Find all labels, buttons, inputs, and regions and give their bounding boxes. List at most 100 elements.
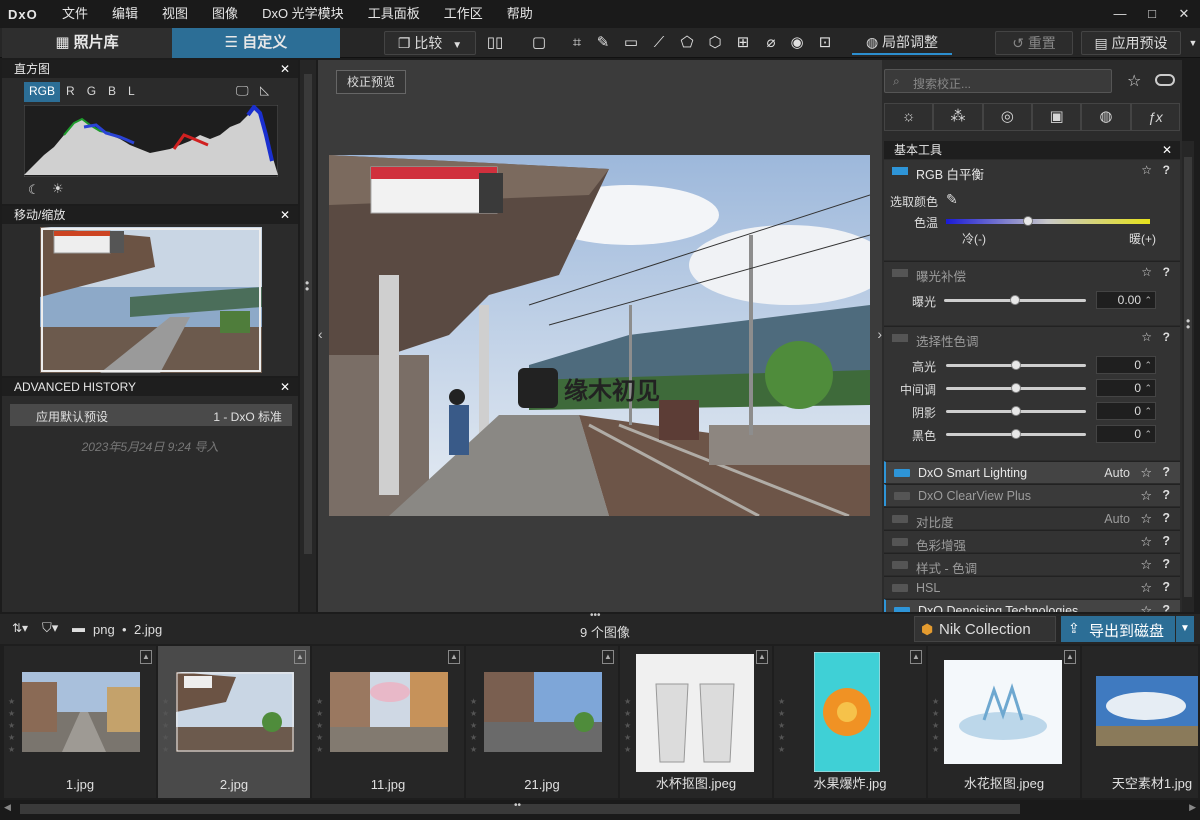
moon-icon[interactable]: ☾ [28, 182, 40, 198]
spinner-icon[interactable]: ⌃ [1144, 403, 1152, 419]
menu-file[interactable]: 文件 [50, 0, 100, 28]
monitor-icon[interactable]: 🖵 [236, 83, 249, 99]
tab-library[interactable]: ▦ 照片库 [2, 28, 172, 58]
temp-slider[interactable] [946, 219, 1150, 224]
tool-row-denoising[interactable]: DxO Denoising Technologies ☆ ? [884, 599, 1180, 612]
help-icon[interactable]: ? [1162, 557, 1170, 571]
thumbnail[interactable]: ▲ ★ ★ ★ ★ ★ 11.jpg [312, 646, 464, 798]
thumbnail[interactable]: ▲ ★ ★ ★ ★ ★ 1.jpg [4, 646, 156, 798]
transform-icon[interactable]: ⊞ [732, 32, 754, 54]
export-button[interactable]: ⇪ 导出到磁盘 [1061, 616, 1175, 642]
crop-icon[interactable]: ⌗ [566, 32, 588, 54]
eyedropper-icon[interactable]: ✎ [946, 191, 958, 208]
scroll-thumb[interactable] [304, 74, 312, 554]
star-icon[interactable]: ☆ [1140, 465, 1152, 481]
menu-image[interactable]: 图像 [200, 0, 250, 28]
exposure-toggle[interactable] [892, 269, 908, 277]
fit-icon[interactable]: ▢ [528, 32, 550, 54]
star-icon[interactable]: ☆ [1141, 265, 1152, 279]
nik-collection-button[interactable]: ⬢ Nik Collection [914, 616, 1056, 642]
rating-icon[interactable]: ★ ★ ★ ★ ★ [316, 696, 326, 756]
toolbar-overflow-icon[interactable]: ▼ [1182, 32, 1200, 54]
maximize-button[interactable]: □ [1136, 0, 1168, 28]
channel-l[interactable]: L [122, 82, 141, 102]
shadows-value[interactable]: 0 ⌃ [1096, 402, 1156, 420]
right-scrollbar[interactable] [1182, 141, 1194, 612]
tool-row-contrast[interactable]: 对比度 Auto ☆ ? [884, 507, 1180, 530]
help-icon[interactable]: ? [1162, 534, 1170, 548]
tool-row-vibrancy[interactable]: 色彩增强 ☆ ? [884, 530, 1180, 553]
panel-grip-icon[interactable]: • • [305, 277, 309, 295]
help-icon[interactable]: ? [1163, 265, 1170, 279]
scroll-left-icon[interactable]: ◀ [4, 802, 11, 813]
rating-icon[interactable]: ★ ★ ★ ★ ★ [778, 696, 788, 756]
spinner-icon[interactable]: ⌃ [1144, 426, 1152, 442]
upload-icon[interactable]: ▲ [448, 650, 460, 664]
upload-icon[interactable]: ▲ [756, 650, 768, 664]
tool-toggle[interactable] [894, 492, 910, 500]
menu-workspace[interactable]: 工作区 [432, 0, 495, 28]
sun-icon[interactable]: ☀ [52, 181, 64, 197]
help-icon[interactable]: ? [1162, 465, 1170, 479]
collapse-left-icon[interactable]: ‹ [318, 326, 323, 342]
tool-toggle[interactable] [892, 538, 908, 546]
close-icon[interactable]: ✕ [280, 206, 290, 224]
thumbnail-selected[interactable]: ▲ ★ ★ ★ ★ ★ 2.jpg [158, 646, 310, 798]
local-adjust-button[interactable]: ◍ 局部调整 [852, 31, 952, 55]
geometry-tab-icon[interactable]: ▣ [1031, 103, 1082, 131]
star-icon[interactable]: ☆ [1141, 163, 1152, 177]
thumbnail[interactable]: ▲ ★ ★ ★ ★ ★ 水花抠图.jpeg [928, 646, 1080, 798]
export-dropdown-icon[interactable]: ▼ [1176, 616, 1194, 642]
crop-guides-icon[interactable]: ⊡ [814, 32, 836, 54]
tone-toggle[interactable] [892, 334, 908, 342]
tool-toggle[interactable] [894, 469, 910, 477]
rating-icon[interactable]: ★ ★ ★ ★ ★ [162, 696, 172, 756]
eye-icon[interactable]: ◉ [786, 32, 808, 54]
channel-rgb[interactable]: RGB [24, 82, 61, 102]
correct-preview-button[interactable]: 校正预览 [336, 70, 407, 94]
spinner-icon[interactable]: ⌃ [1144, 292, 1152, 308]
upload-icon[interactable]: ▲ [294, 650, 306, 664]
temp-slider-knob[interactable] [1023, 216, 1033, 226]
path-file[interactable]: 2.jpg [134, 622, 162, 637]
thumbnail[interactable]: ▲ ★ ★ ★ ★ ★ 水果爆炸.jpg [774, 646, 926, 798]
tool-toggle[interactable] [892, 515, 908, 523]
help-icon[interactable]: ? [1162, 580, 1170, 594]
star-icon[interactable]: ☆ [1140, 557, 1152, 573]
fx-tab-icon[interactable]: ƒx [1130, 103, 1180, 131]
upload-icon[interactable]: ▲ [1064, 650, 1076, 664]
highlights-knob[interactable] [1011, 360, 1021, 370]
tab-customize[interactable]: ☰ 自定义 [172, 28, 340, 58]
scroll-thumb[interactable] [1184, 157, 1192, 597]
upload-icon[interactable]: ▲ [910, 650, 922, 664]
perspective-8pt-icon[interactable]: ⬡ [704, 32, 726, 54]
upload-icon[interactable]: ▲ [602, 650, 614, 664]
help-icon[interactable]: ? [1162, 511, 1170, 525]
repair-icon[interactable]: ⌀ [760, 32, 782, 54]
rating-icon[interactable]: ★ ★ ★ ★ ★ [624, 696, 634, 756]
basic-tools-header[interactable]: 基本工具 ✕ [884, 141, 1180, 159]
path-folder[interactable]: png [93, 622, 115, 637]
rating-icon[interactable]: ★ ★ ★ ★ ★ [470, 696, 480, 756]
color-tab-icon[interactable]: ⁂ [933, 103, 983, 131]
gamut-icon[interactable]: ◺ [260, 83, 269, 97]
star-icon[interactable]: ☆ [1140, 603, 1152, 612]
star-icon[interactable]: ☆ [1140, 534, 1152, 550]
thumbnail[interactable]: ▲ ★ ★ ★ ★ ★ 水杯抠图.jpeg [620, 646, 772, 798]
channel-r[interactable]: R [60, 82, 81, 102]
upload-icon[interactable]: ▲ [140, 650, 152, 664]
close-icon[interactable]: ✕ [280, 60, 290, 78]
thumbnail[interactable]: ▲ ★ ★ ★ ★ ★ 21.jpg [466, 646, 618, 798]
rating-icon[interactable]: ★ ★ ★ ★ ★ [8, 696, 18, 756]
tool-row-style-tone[interactable]: 样式 - 色调 ☆ ? [884, 553, 1180, 576]
spinner-icon[interactable]: ⌃ [1144, 380, 1152, 396]
help-icon[interactable]: ? [1163, 330, 1170, 344]
filter-icon[interactable]: ⛉▾ [42, 620, 58, 636]
midtones-knob[interactable] [1011, 383, 1021, 393]
channel-b[interactable]: B [102, 82, 122, 102]
minimize-button[interactable]: — [1104, 0, 1136, 28]
perspective-icon[interactable]: ⟋ [648, 32, 670, 54]
toggle-switch[interactable] [1155, 74, 1175, 86]
search-input[interactable]: ⌕ 搜索校正... [884, 69, 1112, 93]
perspective-rect-icon[interactable]: ⬠ [676, 32, 698, 54]
